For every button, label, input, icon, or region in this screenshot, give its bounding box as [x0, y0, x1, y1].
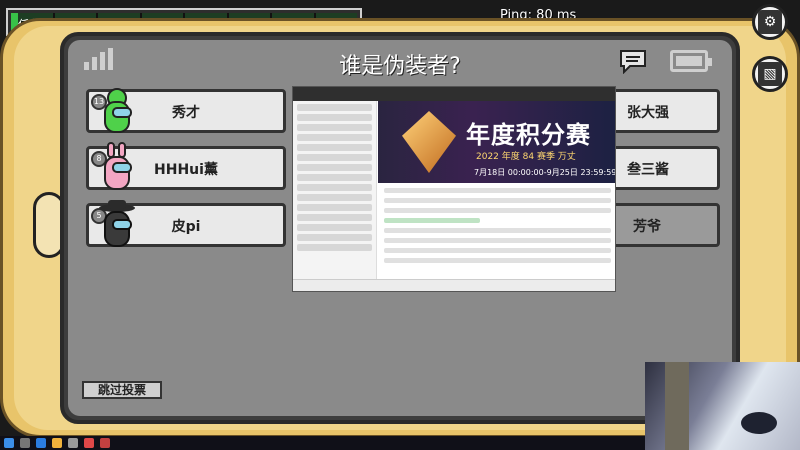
player-name: 叁三酱 [627, 162, 669, 178]
player-name: 张大强 [627, 105, 669, 121]
player-card-1[interactable]: 13 秀才 [86, 88, 286, 133]
overlay-toolbar [293, 279, 615, 291]
chat-icon[interactable] [618, 48, 648, 74]
app-icon[interactable] [84, 438, 94, 448]
player-name: 芳爷 [633, 219, 661, 235]
player-card-5[interactable]: 叁三酱 [612, 146, 720, 190]
os-taskbar [0, 436, 645, 450]
player-name: 秀才 [172, 105, 200, 121]
skip-vote-button[interactable]: 跳过投票 [82, 381, 162, 399]
start-icon[interactable] [4, 438, 14, 448]
overlay-chat-window[interactable]: 年度积分赛 2022 年度 84 赛季 万丈 7月18日 00:00:00-9月… [292, 86, 616, 292]
player-card-2[interactable]: 8 HHHui薰 [86, 142, 286, 190]
gear-icon: ⚙ [758, 10, 782, 34]
trophy-gem-icon [402, 111, 456, 173]
overlay-event-banner: 年度积分赛 2022 年度 84 赛季 万丈 7月18日 00:00:00-9月… [378, 101, 616, 183]
webcam-feed [645, 362, 800, 450]
banner-subtitle: 2022 年度 84 赛季 万丈 [476, 152, 576, 162]
player-card-4[interactable]: 张大强 [612, 89, 720, 133]
overlay-chat-area [378, 183, 615, 279]
browser-icon[interactable] [36, 438, 46, 448]
overlay-titlebar [293, 87, 615, 101]
player-card-3[interactable]: 5 皮pi [86, 200, 286, 247]
folder-icon[interactable] [52, 438, 62, 448]
player-name: HHHui薰 [154, 162, 218, 178]
banner-title: 年度积分赛 [466, 121, 591, 149]
overlay-channel-list [293, 101, 377, 279]
settings-button[interactable]: ⚙ [752, 4, 788, 40]
app-icon[interactable] [100, 438, 110, 448]
player-name: 皮pi [171, 219, 201, 235]
search-icon[interactable] [20, 438, 30, 448]
battery-icon [670, 50, 712, 72]
player-card-6[interactable]: 芳爷 [612, 203, 720, 247]
banner-dates: 7月18日 00:00:00-9月25日 23:59:59 [474, 168, 616, 177]
app-icon[interactable] [68, 438, 78, 448]
